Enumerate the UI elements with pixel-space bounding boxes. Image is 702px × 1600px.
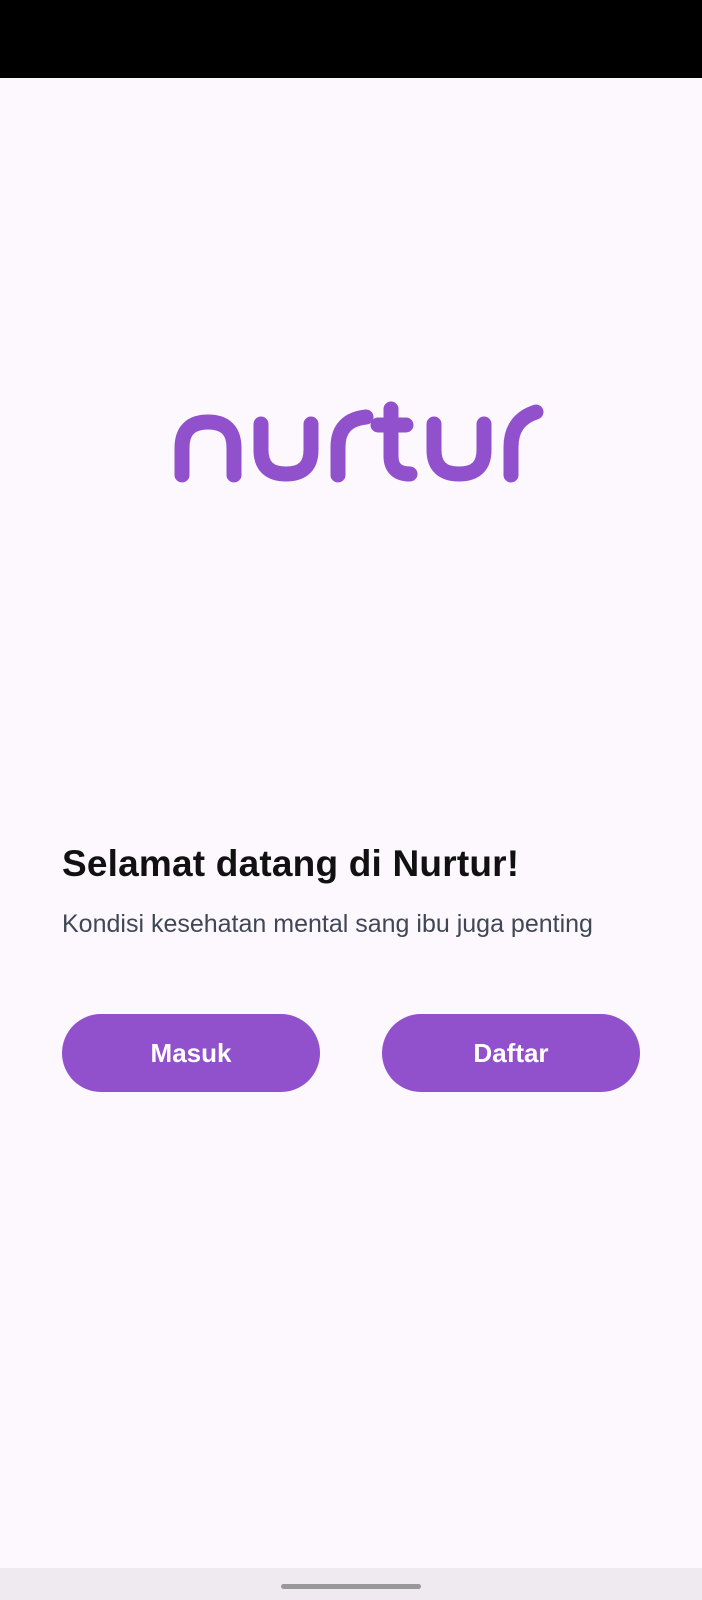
nurtur-logo bbox=[170, 400, 550, 500]
welcome-screen: Selamat datang di Nurtur! Kondisi keseha… bbox=[0, 0, 702, 1600]
status-bar bbox=[0, 0, 702, 78]
welcome-subtitle: Kondisi kesehatan mental sang ibu juga p… bbox=[62, 910, 593, 938]
login-button[interactable]: Masuk bbox=[62, 1014, 320, 1092]
home-indicator[interactable] bbox=[281, 1584, 421, 1589]
nurtur-logo-graphic bbox=[174, 401, 544, 483]
register-button-label: Daftar bbox=[473, 1037, 549, 1068]
welcome-title: Selamat datang di Nurtur! bbox=[62, 843, 520, 884]
register-button[interactable]: Daftar bbox=[382, 1014, 640, 1092]
login-button-label: Masuk bbox=[150, 1037, 232, 1068]
